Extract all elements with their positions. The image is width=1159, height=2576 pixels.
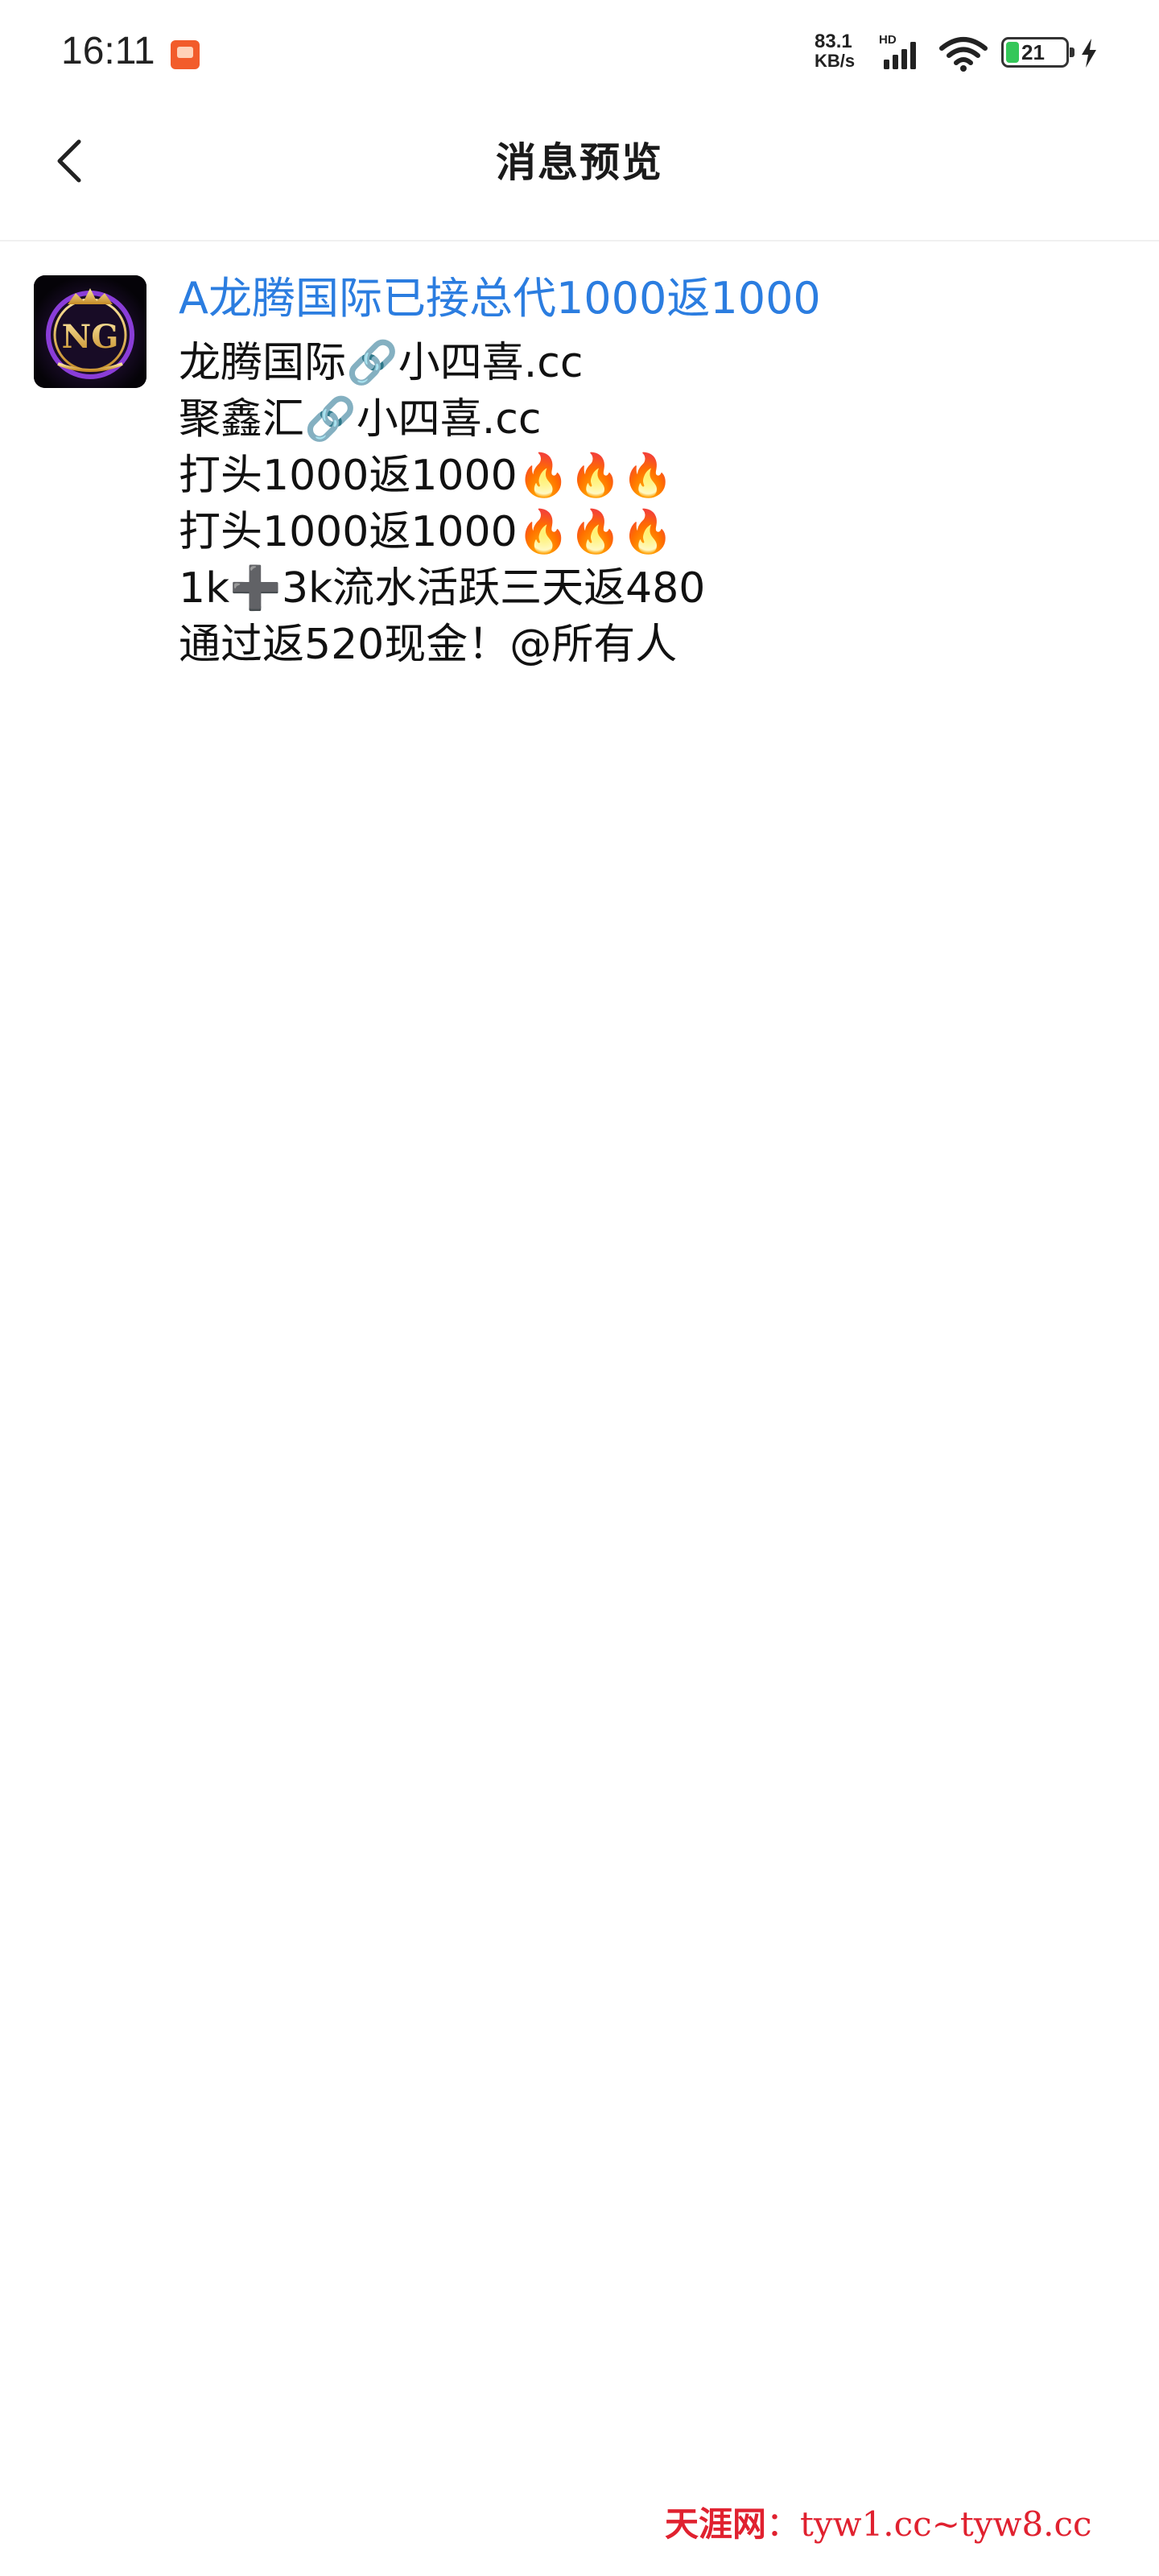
avatar-logo-text: NG	[62, 318, 119, 356]
avatar[interactable]: NG	[34, 275, 146, 388]
watermark: 天涯网：tyw1.cc~tyw8.cc	[665, 2497, 1092, 2546]
ng-logo-icon: NG	[34, 275, 146, 388]
page-title: 消息预览	[496, 139, 663, 186]
battery-icon: 21	[1001, 37, 1074, 68]
message-line: 通过返520现金！@所有人	[179, 621, 678, 669]
status-bar: 16:11 83.1 KB/s HD 21	[0, 0, 1159, 105]
status-time: 16:11	[61, 30, 155, 72]
charging-icon	[1082, 39, 1096, 68]
watermark-urls: tyw1.cc~tyw8.cc	[800, 2504, 1092, 2544]
message-line: 打头1000返1000🔥🔥🔥	[179, 508, 674, 556]
network-speed: 83.1 KB/s	[815, 32, 871, 71]
message-line: 聚鑫汇🔗小四喜.cc	[179, 395, 542, 444]
app-notification-icon	[171, 40, 200, 69]
message-title: A龙腾国际已接总代1000返1000	[179, 273, 821, 324]
watermark-separator: ：	[766, 2504, 801, 2544]
nav-header: 消息预览	[0, 105, 1159, 242]
message-preview-page: 16:11 83.1 KB/s HD 21 消息预览 NG A龙腾国际已接总代1…	[0, 0, 1159, 2576]
wifi-icon	[939, 37, 988, 72]
battery-level: 21	[1021, 40, 1045, 64]
network-speed-unit: KB/s	[815, 51, 856, 71]
message-line: 1k➕3k流水活跃三天返480	[179, 564, 706, 613]
network-type-label: HD	[879, 33, 897, 47]
message-line: 打头1000返1000🔥🔥🔥	[179, 452, 674, 500]
watermark-brand: 天涯网	[665, 2504, 767, 2544]
network-speed-value: 83.1	[815, 31, 852, 52]
signal-icon: HD	[879, 33, 916, 69]
message-line: 龙腾国际🔗小四喜.cc	[179, 339, 584, 387]
message-body: 龙腾国际🔗小四喜.cc 聚鑫汇🔗小四喜.cc 打头1000返1000🔥🔥🔥 打头…	[179, 335, 1128, 673]
battery-fill	[1006, 42, 1019, 63]
